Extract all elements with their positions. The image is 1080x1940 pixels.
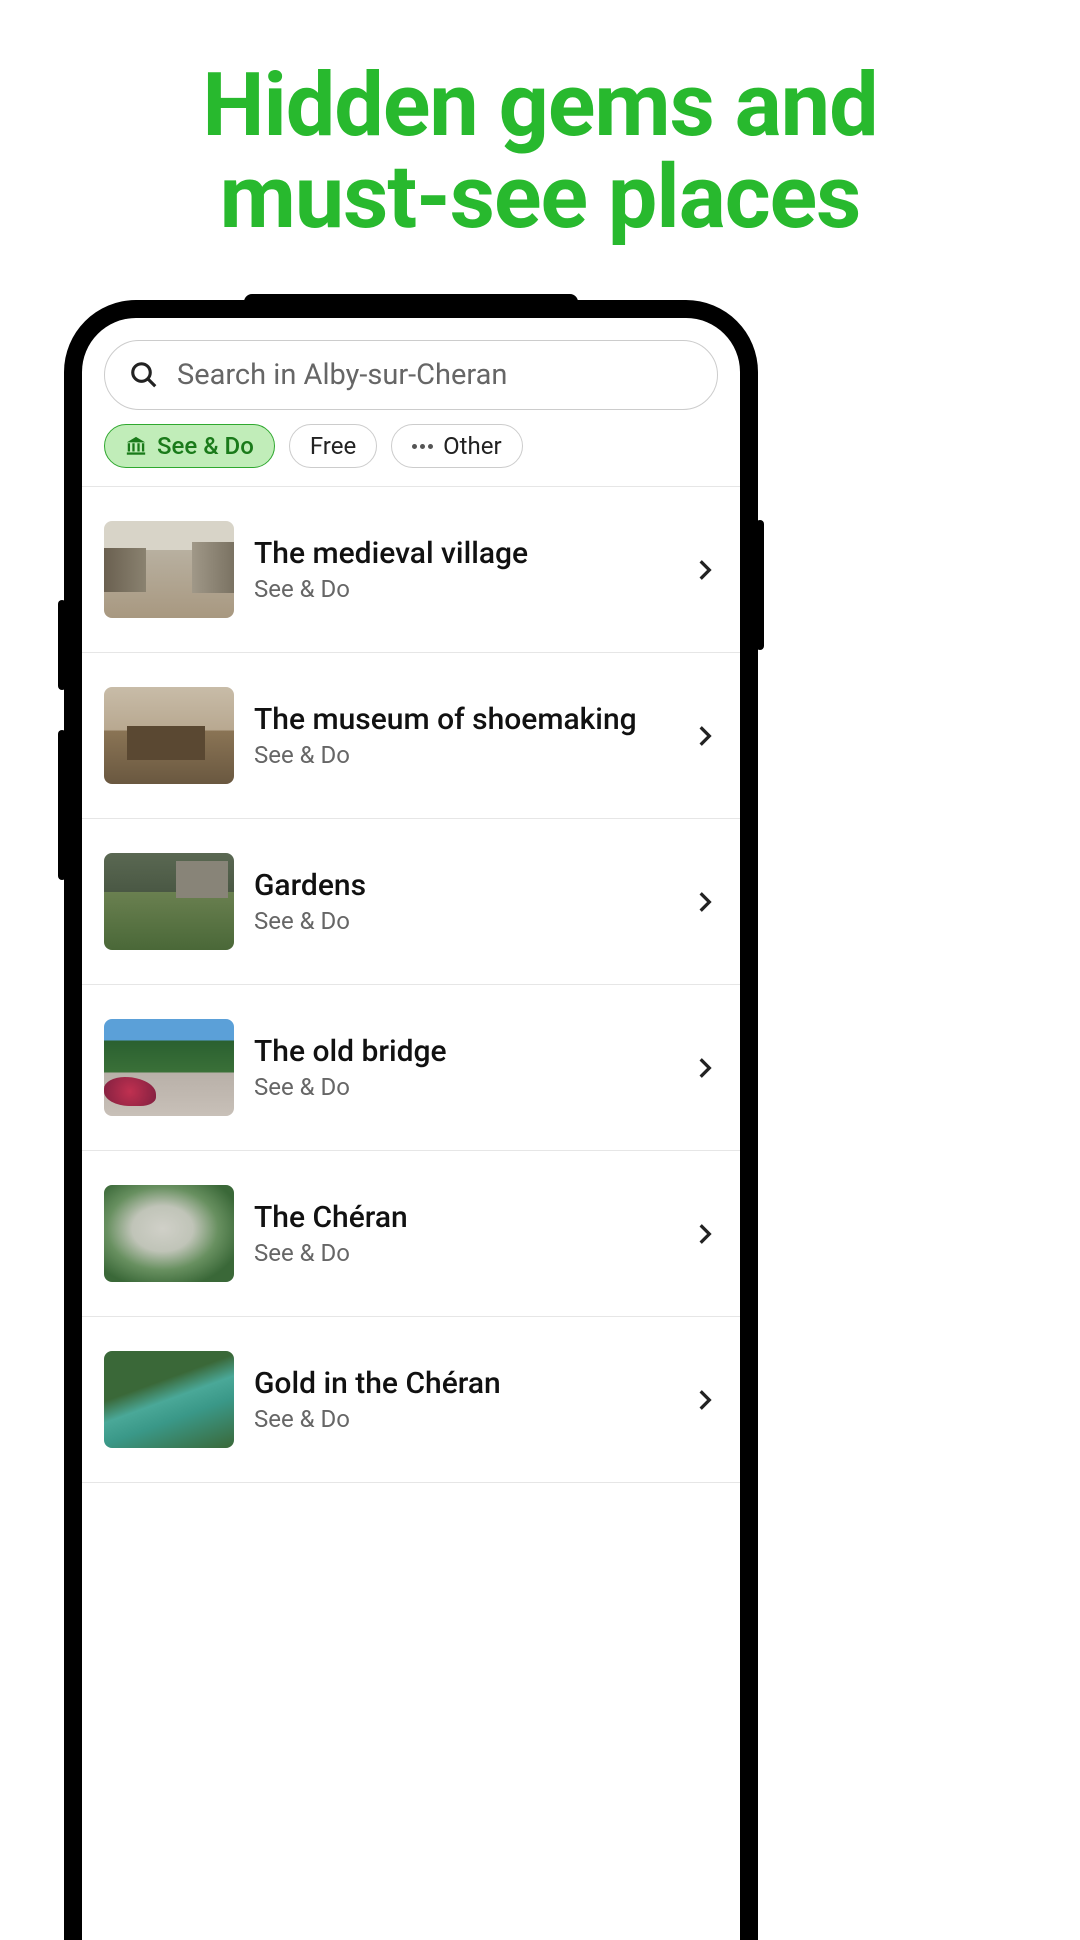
list-item[interactable]: The museum of shoemaking See & Do (82, 653, 740, 819)
phone-button-power (756, 520, 764, 650)
filter-chip-free[interactable]: Free (289, 424, 377, 468)
list-text: Gardens See & Do (254, 868, 672, 935)
list-text: The Chéran See & Do (254, 1200, 672, 1267)
search-input[interactable]: Search in Alby-sur-Cheran (104, 340, 718, 410)
list-item-title: The old bridge (254, 1034, 672, 1069)
chevron-right-icon (692, 723, 718, 749)
list-item[interactable]: The old bridge See & Do (82, 985, 740, 1151)
list-item-category: See & Do (254, 1073, 672, 1101)
list-text: The medieval village See & Do (254, 536, 672, 603)
phone-button-vol-down (58, 730, 66, 880)
list-item[interactable]: Gold in the Chéran See & Do (82, 1317, 740, 1483)
list-thumbnail (104, 1351, 234, 1448)
phone-screen: Search in Alby-sur-Cheran See & Do Free … (82, 318, 740, 1940)
phone-frame: Search in Alby-sur-Cheran See & Do Free … (64, 300, 758, 1940)
list-item[interactable]: The medieval village See & Do (82, 487, 740, 653)
list-text: The old bridge See & Do (254, 1034, 672, 1101)
chevron-right-icon (692, 1387, 718, 1413)
list-item[interactable]: The Chéran See & Do (82, 1151, 740, 1317)
filter-row: See & Do Free Other (82, 424, 740, 487)
list-text: Gold in the Chéran See & Do (254, 1366, 672, 1433)
filter-chip-see-do[interactable]: See & Do (104, 424, 275, 468)
places-list: The medieval villageSee & DoThe museum o… (82, 487, 740, 1483)
hero-title-line2: must-see places (220, 146, 861, 249)
phone-notch (244, 294, 578, 308)
list-item-category: See & Do (254, 907, 672, 935)
chevron-right-icon (692, 1221, 718, 1247)
list-item-title: Gardens (254, 868, 672, 903)
list-thumbnail (104, 1185, 234, 1282)
list-item-title: The museum of shoemaking (254, 702, 672, 737)
list-item-title: The medieval village (254, 536, 672, 571)
hero-title: Hidden gems and must-see places (0, 0, 1080, 245)
chevron-right-icon (692, 1055, 718, 1081)
filter-chip-label: Free (310, 432, 356, 460)
list-thumbnail (104, 1019, 234, 1116)
list-text: The museum of shoemaking See & Do (254, 702, 672, 769)
filter-chip-label: Other (443, 432, 501, 460)
list-thumbnail (104, 853, 234, 950)
list-thumbnail (104, 687, 234, 784)
search-icon (129, 360, 159, 390)
list-item-title: The Chéran (254, 1200, 672, 1235)
list-item-category: See & Do (254, 741, 672, 769)
search-placeholder: Search in Alby-sur-Cheran (177, 358, 507, 392)
list-item-title: Gold in the Chéran (254, 1366, 672, 1401)
hero-title-line1: Hidden gems and (202, 54, 877, 157)
list-item-category: See & Do (254, 1239, 672, 1267)
list-thumbnail (104, 521, 234, 618)
chevron-right-icon (692, 889, 718, 915)
more-icon (412, 444, 433, 449)
filter-chip-other[interactable]: Other (391, 424, 522, 468)
list-item[interactable]: Gardens See & Do (82, 819, 740, 985)
list-item-category: See & Do (254, 1405, 672, 1433)
phone-button-vol-up (58, 600, 66, 690)
chevron-right-icon (692, 557, 718, 583)
filter-chip-label: See & Do (157, 432, 254, 460)
list-item-category: See & Do (254, 575, 672, 603)
museum-icon (125, 435, 147, 457)
